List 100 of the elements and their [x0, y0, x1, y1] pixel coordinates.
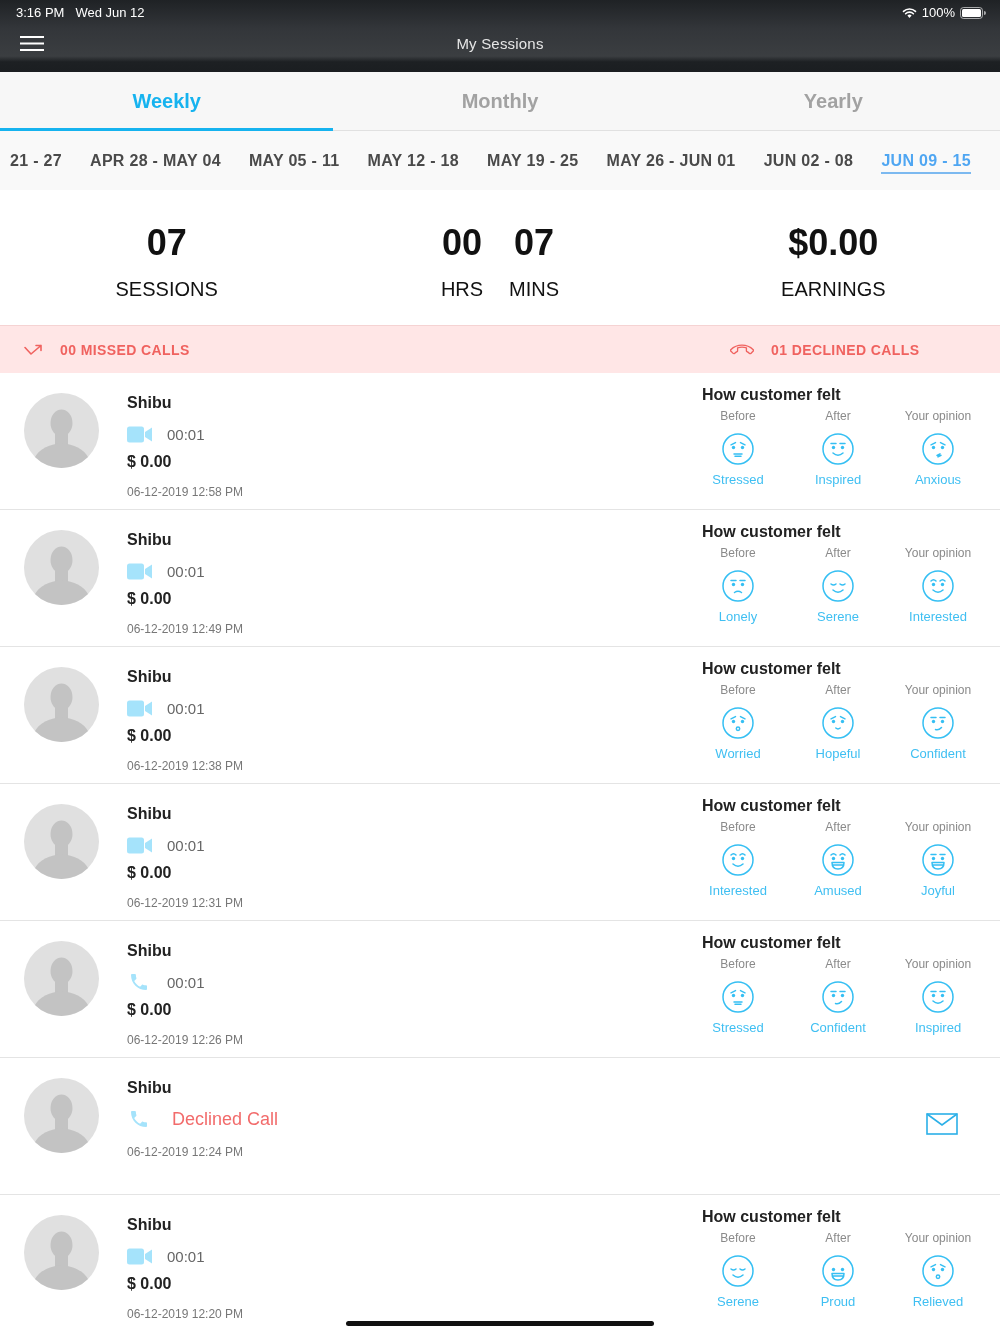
- grinning-face-icon: [822, 1255, 854, 1287]
- feedback-title: How customer felt: [702, 1207, 842, 1227]
- status-date: Wed Jun 12: [75, 5, 145, 20]
- stat-value: 00: [441, 221, 482, 265]
- mood-label: Amused: [814, 882, 862, 900]
- mood-heading: Before: [720, 1230, 756, 1246]
- mood-label: Confident: [910, 745, 966, 763]
- mood-heading: Your opinion: [904, 819, 972, 835]
- video-camera-icon: [127, 836, 152, 854]
- feedback-title: How customer felt: [702, 796, 842, 816]
- battery-percent: 100%: [921, 5, 955, 20]
- mood-heading: After: [825, 819, 851, 835]
- call-duration: 00:01: [167, 699, 205, 717]
- phone-icon: [131, 974, 147, 990]
- declined-call-status: Declined Call: [172, 1108, 279, 1130]
- video-camera-icon: [127, 1247, 152, 1265]
- week-range-tab[interactable]: MAY 19 - 25: [487, 147, 579, 174]
- mood-heading: Your opinion: [904, 956, 972, 972]
- mood-heading: Your opinion: [904, 545, 972, 561]
- person-avatar-icon: [24, 804, 99, 879]
- mood-label: Worried: [715, 745, 761, 763]
- mood-heading: After: [825, 1230, 851, 1246]
- person-avatar-icon: [24, 1078, 99, 1153]
- mood-label: Joyful: [921, 882, 955, 900]
- slight-smile-face-icon: [822, 707, 854, 739]
- video-camera-icon: [127, 699, 152, 717]
- week-range-tab[interactable]: 21 - 27: [10, 147, 62, 174]
- battery-icon: [960, 6, 986, 19]
- stat-value: 07: [146, 221, 187, 265]
- session-datetime: 06-12-2019 12:38 PM: [127, 758, 244, 775]
- session-amount: $ 0.00: [127, 452, 172, 472]
- declined-calls-label: 01 DECLINED CALLS: [771, 341, 920, 358]
- mood-heading: After: [825, 545, 851, 561]
- person-avatar-icon: [24, 1215, 99, 1290]
- feedback-title: How customer felt: [702, 933, 842, 953]
- call-duration: 00:01: [167, 425, 205, 443]
- call-duration: 00:01: [167, 836, 205, 854]
- session-datetime: 06-12-2019 12:58 PM: [127, 484, 244, 501]
- calm-face-icon: [822, 570, 854, 602]
- stat-label: MINS: [509, 277, 560, 301]
- session-amount: $ 0.00: [127, 726, 172, 746]
- week-range-tab[interactable]: MAY 05 - 11: [248, 147, 340, 174]
- phone-icon: [131, 1111, 147, 1127]
- person-avatar-icon: [24, 667, 99, 742]
- mood-heading: After: [825, 956, 851, 972]
- mood-heading: Before: [720, 956, 756, 972]
- caller-name: Shibu: [127, 804, 172, 824]
- caller-name: Shibu: [127, 393, 172, 413]
- stat-label: SESSIONS: [115, 277, 218, 301]
- worried-face-icon: [722, 707, 754, 739]
- missed-calls-label: 00 MISSED CALLS: [60, 341, 190, 358]
- week-range-tab[interactable]: MAY 12 - 18: [367, 147, 459, 174]
- mood-label: Stressed: [712, 471, 764, 489]
- smiling-face-icon: [922, 570, 954, 602]
- smirking-face-icon: [822, 981, 854, 1013]
- stat-label: HRS: [440, 277, 484, 301]
- session-amount: $ 0.00: [127, 1274, 172, 1294]
- mood-heading: After: [825, 408, 851, 424]
- smiling-face-icon: [722, 844, 754, 876]
- person-avatar-icon: [24, 393, 99, 468]
- mood-heading: Before: [720, 545, 756, 561]
- mood-label: Proud: [820, 1293, 856, 1311]
- feedback-title: How customer felt: [702, 522, 842, 542]
- week-range-tab[interactable]: JUN 02 - 08: [763, 147, 854, 174]
- feedback-title: How customer felt: [702, 385, 842, 405]
- week-range-tab[interactable]: APR 28 - MAY 04: [90, 147, 221, 174]
- caller-name: Shibu: [127, 1215, 172, 1235]
- mood-heading: Your opinion: [904, 408, 972, 424]
- week-range-tab[interactable]: MAY 26 - JUN 01: [606, 147, 736, 174]
- stat-value: $0.00: [788, 221, 879, 265]
- screen-title: My Sessions: [456, 35, 544, 52]
- mood-label: Serene: [717, 1293, 759, 1311]
- stat-label: EARNINGS: [781, 277, 886, 301]
- call-duration: 00:01: [167, 973, 205, 991]
- mood-label: Relieved: [912, 1293, 964, 1311]
- mood-label: Confident: [810, 1019, 866, 1037]
- video-camera-icon: [127, 425, 152, 443]
- mood-label: Hopeful: [815, 745, 861, 763]
- session-datetime: 06-12-2019 12:49 PM: [127, 621, 244, 638]
- smiling-face-icon: [922, 981, 954, 1013]
- mood-heading: Before: [720, 819, 756, 835]
- session-amount: $ 0.00: [127, 863, 172, 883]
- mood-label: Anxious: [914, 471, 962, 489]
- hang-up-phone-icon: [730, 344, 754, 355]
- session-datetime: 06-12-2019 12:20 PM: [127, 1306, 244, 1323]
- mood-label: Serene: [817, 608, 859, 626]
- worried-face-icon: [722, 981, 754, 1013]
- mood-heading: Your opinion: [904, 1230, 972, 1246]
- mood-heading: Your opinion: [904, 682, 972, 698]
- mood-heading: Before: [720, 682, 756, 698]
- mood-label: Inspired: [814, 471, 862, 489]
- session-datetime: 06-12-2019 12:24 PM: [127, 1144, 244, 1161]
- menu-icon[interactable]: [20, 36, 44, 51]
- grinning-face-icon: [922, 844, 954, 876]
- session-amount: $ 0.00: [127, 1000, 172, 1020]
- call-duration: 00:01: [167, 1247, 205, 1265]
- session-amount: $ 0.00: [127, 589, 172, 609]
- wifi-icon: [901, 7, 917, 18]
- caller-name: Shibu: [127, 941, 172, 961]
- zigzag-arrow-icon: [24, 343, 43, 356]
